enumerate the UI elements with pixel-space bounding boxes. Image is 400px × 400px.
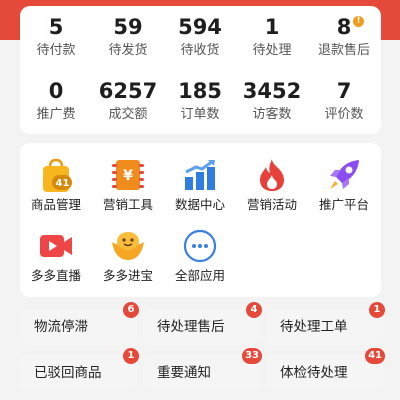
svg-text:¥: ¥: [123, 168, 133, 184]
stat-value: 59: [113, 15, 143, 39]
tool-label: 多多进宝: [102, 268, 153, 283]
product-count-badge: 41: [55, 178, 70, 189]
stat-label: 评价数: [324, 107, 364, 122]
stat-label: 待处理: [252, 43, 292, 58]
task-important-notices[interactable]: 重要通知 33: [143, 348, 262, 391]
tool-label: 推广平台: [318, 197, 369, 212]
stat-label: 退款售后: [317, 43, 370, 58]
stat-promotion-fee[interactable]: 0 推广费: [20, 78, 92, 124]
count-badge: 41: [365, 348, 385, 364]
task-label: 体检待处理: [280, 365, 348, 381]
tool-marketing-tools[interactable]: ¥ 营销工具: [92, 157, 164, 213]
task-checkup-pending[interactable]: 体检待处理 41: [266, 348, 385, 391]
tool-label: 商品管理: [30, 197, 81, 212]
task-label: 已驳回商品: [34, 365, 102, 381]
coupon-icon: ¥: [110, 157, 146, 193]
stat-label: 待收货: [180, 43, 220, 58]
task-label: 待处理售后: [157, 319, 225, 335]
ingot-icon: [110, 228, 146, 264]
tool-label: 营销活动: [246, 197, 297, 212]
tool-marketing-events[interactable]: 营销活动: [236, 157, 308, 213]
stat-value: 5: [48, 15, 64, 39]
video-camera-icon: [38, 228, 74, 264]
count-badge: 33: [242, 348, 262, 364]
count-badge: 4: [246, 302, 262, 318]
stat-label: 推广费: [36, 107, 76, 122]
fire-icon: [254, 157, 290, 193]
count-badge: 1: [369, 302, 385, 318]
stats-card: 5 待付款 59 待发货 594 待收货 1 待处理 8 ! 退款售后 0 推广…: [20, 6, 381, 134]
count-badge: 1: [123, 348, 139, 364]
alert-icon: !: [353, 16, 364, 27]
business-stats-row: 0 推广费 6257 成交额 185 订单数 3452 访客数 7 评价数: [20, 78, 381, 134]
stat-value: 7: [336, 79, 352, 103]
task-rejected-products[interactable]: 已驳回商品 1: [20, 348, 139, 391]
stat-label: 待付款: [36, 43, 76, 58]
tool-label: 数据中心: [174, 197, 225, 212]
stat-label: 待发货: [108, 43, 148, 58]
stat-visitor-count[interactable]: 3452 访客数: [236, 78, 308, 124]
stat-value: 594: [178, 15, 222, 39]
order-stats-row: 5 待付款 59 待发货 594 待收货 1 待处理 8 ! 退款售后: [20, 14, 381, 70]
tools-grid: 41 商品管理 ¥ 营销工具 数据中心 营销活动 推广平台 多多直播 多多进宝 …: [20, 143, 381, 297]
more-apps-icon: [182, 228, 218, 264]
count-badge: 6: [123, 302, 139, 318]
stat-pending-handling[interactable]: 1 待处理: [236, 14, 308, 60]
stat-label: 访客数: [252, 107, 292, 122]
stat-label: 成交额: [108, 107, 148, 122]
task-label: 待处理工单: [280, 319, 348, 335]
tool-live-stream[interactable]: 多多直播: [20, 228, 92, 284]
stat-pending-shipment[interactable]: 59 待发货: [92, 14, 164, 60]
stat-value: 185: [178, 79, 222, 103]
bar-chart-icon: [182, 157, 218, 193]
task-pending-ticket[interactable]: 待处理工单 1: [266, 302, 385, 345]
stat-value: 1: [264, 15, 280, 39]
tool-label: 多多直播: [30, 268, 81, 283]
tool-all-apps[interactable]: 全部应用: [164, 228, 236, 284]
stat-pending-receipt[interactable]: 594 待收货: [164, 14, 236, 60]
stat-order-count[interactable]: 185 订单数: [164, 78, 236, 124]
task-logistics-stalled[interactable]: 物流停滞 6: [20, 302, 139, 345]
stat-pending-payment[interactable]: 5 待付款: [20, 14, 92, 60]
shopping-bag-icon: 41: [38, 157, 74, 193]
stat-transaction-amount[interactable]: 6257 成交额: [92, 78, 164, 124]
tool-data-center[interactable]: 数据中心: [164, 157, 236, 213]
task-label: 重要通知: [157, 365, 211, 381]
stat-value: 3452: [242, 79, 302, 103]
task-label: 物流停滞: [34, 319, 88, 335]
stat-value: 8: [336, 15, 352, 39]
tool-duoduo-jinbao[interactable]: 多多进宝: [92, 228, 164, 284]
tool-product-management[interactable]: 41 商品管理: [20, 157, 92, 213]
stat-refund-aftersale[interactable]: 8 ! 退款售后: [308, 14, 380, 60]
stat-review-count[interactable]: 7 评价数: [308, 78, 380, 124]
rocket-icon: [326, 157, 362, 193]
tool-promotion-platform[interactable]: 推广平台: [308, 157, 380, 213]
tool-label: 全部应用: [174, 268, 225, 283]
stat-value: 0: [48, 79, 64, 103]
stat-label: 订单数: [180, 107, 220, 122]
tool-label: 营销工具: [102, 197, 153, 212]
stat-value: 6257: [98, 79, 158, 103]
task-pending-aftersale[interactable]: 待处理售后 4: [143, 302, 262, 345]
